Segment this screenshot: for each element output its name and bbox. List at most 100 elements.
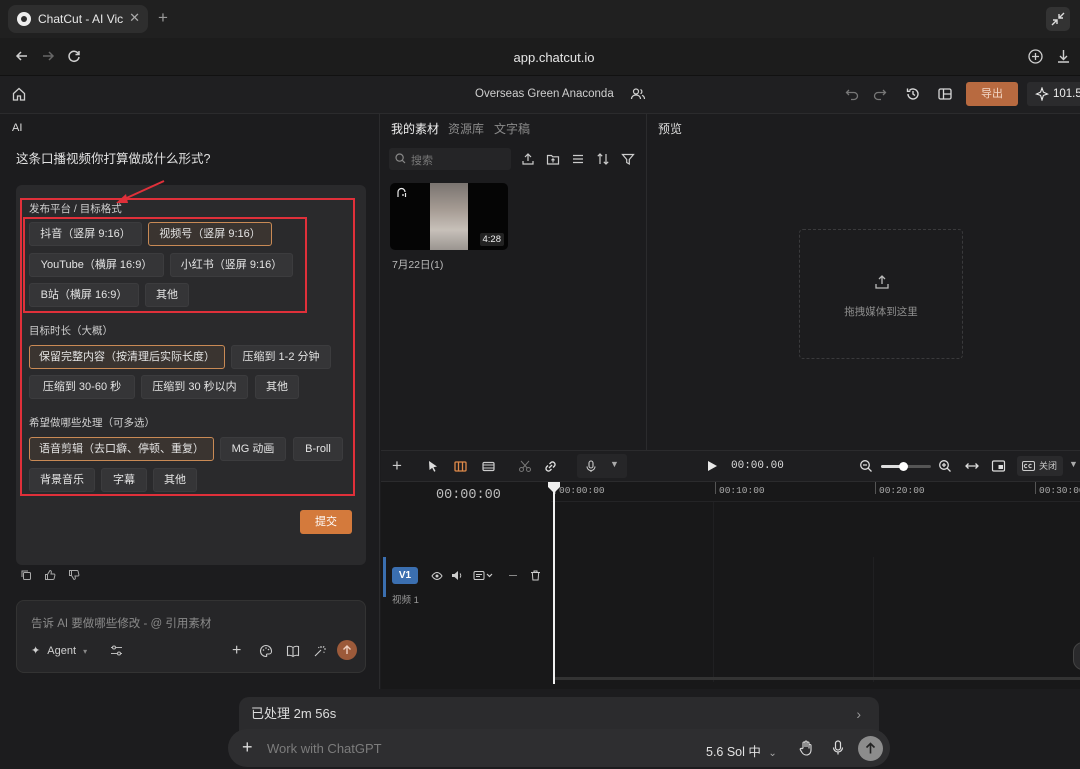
picture-in-picture-icon[interactable] <box>991 459 1006 473</box>
add-icon[interactable]: + <box>232 642 241 660</box>
ruler-label: 00:00:00 <box>559 485 605 496</box>
clip-preview-image <box>430 183 468 250</box>
tab-my-media[interactable]: 我的素材 <box>391 120 439 137</box>
timeline: 00:00:00 00:00:00 00:10:00 00:20:00 00:3… <box>381 482 1080 689</box>
preview-panel: 预览 拖拽媒体到这里 <box>648 114 1080 450</box>
timeline-scrollbar[interactable] <box>555 677 1080 680</box>
link-icon[interactable] <box>543 459 558 474</box>
search-icon <box>395 153 406 164</box>
zoom-slider-handle[interactable] <box>899 462 908 471</box>
zoom-in-icon[interactable] <box>938 459 952 473</box>
volume-icon[interactable] <box>451 570 463 581</box>
timeline-toolbar: + ▼ 00:00.00 关闭 ▼ <box>381 450 1080 482</box>
collapse-window-icon[interactable] <box>1046 7 1070 31</box>
select-cursor-icon[interactable] <box>427 460 439 473</box>
timeline-scroll-handle[interactable] <box>1073 642 1080 670</box>
model-selector[interactable]: 5.6 Sol 中 ⌄ <box>706 741 777 760</box>
composer-placeholder[interactable]: 告诉 AI 要做哪些修改 - @ 引用素材 <box>31 615 211 631</box>
chevron-down-icon[interactable]: ▼ <box>1069 459 1078 469</box>
playhead-handle-icon[interactable] <box>547 482 561 494</box>
microphone-icon <box>585 460 597 473</box>
chevron-down-icon: ▾ <box>83 647 88 656</box>
hand-icon[interactable] <box>799 740 813 756</box>
media-search[interactable]: 搜索 <box>389 148 511 170</box>
layout-icon[interactable] <box>937 86 953 102</box>
annotation-inner-box <box>23 217 307 313</box>
model-label: 5.6 Sol 中 <box>706 745 761 759</box>
mic-selector[interactable]: ▼ <box>577 454 627 478</box>
history-icon[interactable] <box>905 86 921 102</box>
media-clip-thumbnail[interactable]: 4:28 <box>390 183 508 250</box>
chatcut-logo-icon <box>17 12 31 26</box>
thumbs-up-icon[interactable] <box>44 569 56 581</box>
palette-icon[interactable] <box>259 644 273 658</box>
add-track-icon[interactable]: + <box>392 457 402 474</box>
agent-label: Agent <box>47 645 77 657</box>
fit-width-icon[interactable] <box>964 459 980 473</box>
timecode: 00:00:00 <box>436 488 501 503</box>
eye-icon[interactable] <box>431 571 443 581</box>
time-ruler[interactable]: 00:00:00 00:10:00 00:20:00 00:30:00 <box>551 482 1080 502</box>
microphone-icon[interactable] <box>832 740 844 756</box>
tab-close-icon[interactable]: ✕ <box>129 10 140 26</box>
bottom-chat-bar: 已处理 2m 56s › + Work with ChatGPT 5.6 Sol… <box>0 689 1080 769</box>
sort-icon[interactable] <box>596 152 610 166</box>
undo-icon[interactable] <box>845 87 859 101</box>
frame-icon[interactable] <box>481 459 496 474</box>
track-v1-badge[interactable]: V1 <box>392 567 418 584</box>
folder-upload-icon[interactable] <box>546 152 560 166</box>
annotation-arrow-icon <box>116 180 165 203</box>
collaborators-icon[interactable] <box>630 86 646 102</box>
download-icon[interactable] <box>1055 48 1072 65</box>
minus-icon[interactable] <box>509 575 517 576</box>
agent-selector[interactable]: ✦ Agent ▾ <box>31 644 87 657</box>
chatgpt-send-button[interactable] <box>858 736 883 761</box>
tab-library[interactable]: 资源库 <box>448 120 484 137</box>
filter-icon[interactable] <box>621 152 635 166</box>
scissors-icon[interactable] <box>518 459 532 473</box>
list-view-icon[interactable] <box>571 152 585 166</box>
book-icon[interactable] <box>286 644 300 658</box>
add-circle-icon[interactable] <box>1027 48 1044 65</box>
playhead[interactable] <box>553 482 555 684</box>
upload-tray-icon <box>874 274 890 290</box>
browser-tab[interactable]: ChatCut - AI Vic ✕ <box>8 5 148 33</box>
cc-icon <box>1022 461 1035 471</box>
export-button[interactable]: 导出 <box>966 82 1018 106</box>
tab-transcript[interactable]: 文字稿 <box>494 120 530 137</box>
settings-sliders-icon[interactable] <box>110 644 123 657</box>
redo-icon[interactable] <box>873 87 887 101</box>
submit-button[interactable]: 提交 <box>300 510 352 534</box>
media-drop-zone[interactable]: 拖拽媒体到这里 <box>799 229 963 359</box>
agent-sparkle-icon: ✦ <box>31 645 41 657</box>
zoom-slider[interactable] <box>881 462 931 471</box>
zoom-out-icon[interactable] <box>859 459 873 473</box>
processed-status[interactable]: 已处理 2m 56s › <box>239 697 879 731</box>
add-attachment-icon[interactable]: + <box>242 738 253 756</box>
captions-toggle[interactable]: 关闭 <box>1017 456 1063 476</box>
thumbs-down-icon[interactable] <box>68 569 80 581</box>
ai-panel-label: AI <box>12 122 23 134</box>
url-text[interactable]: app.chatcut.io <box>0 50 1080 65</box>
drop-zone-text: 拖拽媒体到这里 <box>844 306 918 318</box>
upload-icon[interactable] <box>521 152 535 166</box>
playback-time: 00:00.00 <box>731 460 784 472</box>
project-name[interactable]: Overseas Green Anaconda <box>475 88 614 100</box>
magnet-snap-icon[interactable] <box>453 459 468 474</box>
processed-text: 已处理 2m 56s <box>251 706 337 721</box>
credits-badge[interactable]: 101.5 <box>1027 82 1080 106</box>
ruler-label: 00:30:00 <box>1039 485 1080 496</box>
chatgpt-placeholder[interactable]: Work with ChatGPT <box>267 741 382 756</box>
composer-send-button[interactable] <box>337 640 357 660</box>
chatgpt-composer[interactable]: + Work with ChatGPT 5.6 Sol 中 ⌄ <box>228 729 890 767</box>
copy-icon[interactable] <box>20 569 32 581</box>
ai-composer[interactable]: 告诉 AI 要做哪些修改 - @ 引用素材 ✦ Agent ▾ + <box>16 600 366 673</box>
play-icon[interactable] <box>706 460 718 472</box>
new-tab-icon[interactable]: + <box>158 8 168 28</box>
home-icon[interactable] <box>11 86 27 102</box>
trash-icon[interactable] <box>530 570 541 581</box>
magic-wand-icon[interactable] <box>313 644 327 658</box>
captions-state: 关闭 <box>1039 461 1058 471</box>
track-options-icon[interactable] <box>473 570 495 581</box>
ruler-label: 00:20:00 <box>879 485 925 496</box>
